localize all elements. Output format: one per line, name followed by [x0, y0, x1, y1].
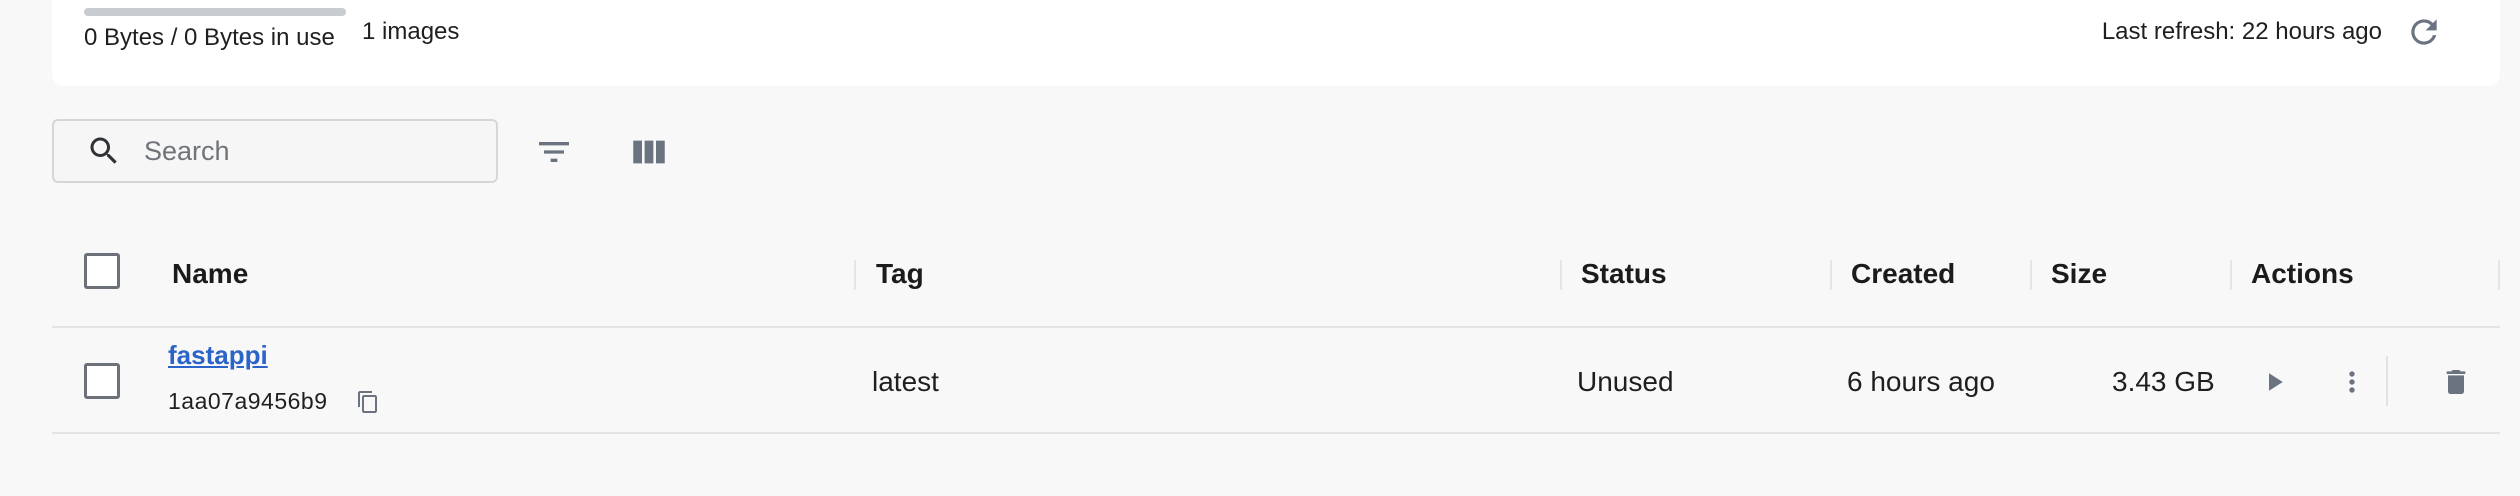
- column-divider[interactable]: [2498, 260, 2500, 290]
- delete-icon: [2446, 370, 2466, 394]
- image-name-link[interactable]: fastappi: [168, 340, 268, 371]
- image-id: 1aa07a9456b9: [168, 388, 328, 414]
- play-icon: [2269, 373, 2283, 391]
- column-header-status[interactable]: Status: [1581, 258, 1667, 290]
- columns-button[interactable]: [621, 124, 677, 180]
- storage-usage-bar: [84, 8, 346, 16]
- column-divider[interactable]: [1560, 260, 1562, 290]
- table-row: fastappi 1aa07a9456b9 latest Unused 6 ho…: [52, 328, 2500, 434]
- view-column-icon: [633, 140, 665, 164]
- search-field[interactable]: [52, 119, 498, 183]
- search-input[interactable]: [144, 135, 464, 167]
- column-divider[interactable]: [2230, 260, 2232, 290]
- actions-divider: [2386, 356, 2388, 406]
- select-all-checkbox[interactable]: [84, 253, 120, 289]
- column-header-created[interactable]: Created: [1851, 258, 1955, 290]
- last-refresh-text: Last refresh: 22 hours ago: [2101, 18, 2382, 45]
- filter-icon: [539, 142, 569, 162]
- image-status: Unused: [1577, 366, 1674, 397]
- image-created: 6 hours ago: [1847, 366, 1995, 397]
- copy-icon: [358, 391, 377, 413]
- images-count: 1 images: [362, 18, 460, 45]
- delete-image-button[interactable]: [2432, 358, 2480, 406]
- column-header-tag[interactable]: Tag: [876, 258, 924, 290]
- images-table: Name Tag Status Created Size Actions fas…: [52, 222, 2500, 434]
- column-divider[interactable]: [2030, 260, 2032, 290]
- table-header: Name Tag Status Created Size Actions: [52, 222, 2500, 328]
- search-icon: [84, 131, 124, 171]
- row-select-checkbox[interactable]: [84, 363, 120, 399]
- image-size: 3.43 GB: [2112, 366, 2215, 397]
- column-header-actions: Actions: [2251, 258, 2354, 289]
- filter-button[interactable]: [526, 124, 582, 180]
- column-header-size[interactable]: Size: [2051, 258, 2107, 290]
- image-tag: latest: [872, 366, 939, 397]
- storage-summary-card: 0 Bytes / 0 Bytes in use 1 images Last r…: [52, 0, 2500, 86]
- refresh-button[interactable]: [2400, 8, 2448, 56]
- column-divider[interactable]: [854, 260, 856, 290]
- column-divider[interactable]: [1830, 260, 1832, 290]
- storage-usage-text: 0 Bytes / 0 Bytes in use: [84, 24, 335, 51]
- more-vert-icon: [2349, 371, 2355, 393]
- refresh-icon: [2411, 19, 2437, 45]
- run-image-button[interactable]: [2250, 358, 2298, 406]
- column-header-name[interactable]: Name: [172, 258, 248, 290]
- more-actions-button[interactable]: [2328, 358, 2376, 406]
- copy-id-button[interactable]: [352, 386, 384, 418]
